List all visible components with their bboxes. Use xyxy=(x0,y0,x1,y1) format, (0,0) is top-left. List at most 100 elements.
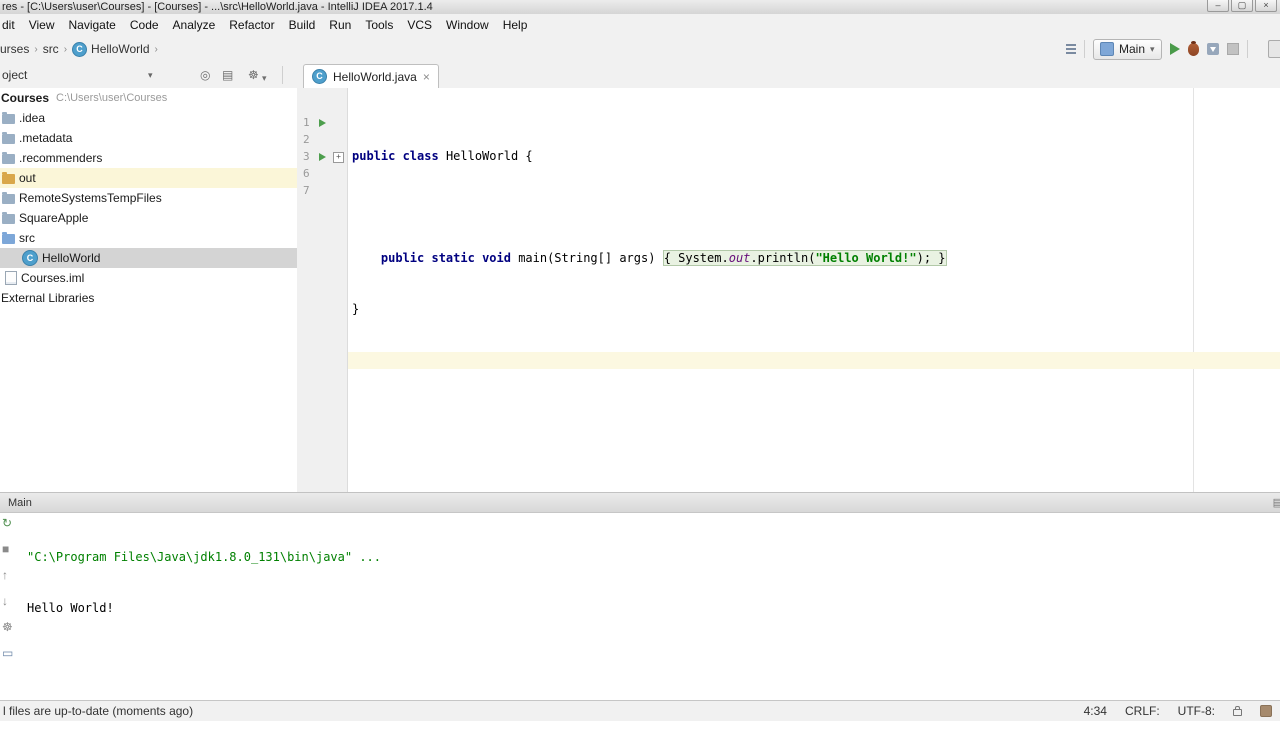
minimize-button[interactable]: – xyxy=(1207,0,1229,12)
menu-view[interactable]: View xyxy=(22,14,62,36)
run-tool-window: Main ▤ ↻ ■ ↑ ↓ ☸ ▭ "C:\Program Files\Jav… xyxy=(0,492,1280,700)
folder-icon xyxy=(2,154,15,164)
application-config-icon xyxy=(1100,42,1114,56)
stop-button[interactable] xyxy=(1227,43,1239,55)
tree-item-courses-root[interactable]: Courses C:\Users\user\Courses xyxy=(0,88,297,108)
toolbar-overflow-icon[interactable] xyxy=(1268,40,1280,58)
menu-build[interactable]: Build xyxy=(282,14,323,36)
class-icon xyxy=(72,42,87,57)
class-icon xyxy=(22,250,38,266)
menu-vcs[interactable]: VCS xyxy=(400,14,439,36)
up-arrow-icon[interactable]: ↑ xyxy=(2,569,8,581)
inspection-profile-icon[interactable] xyxy=(1260,705,1272,717)
fold-expand-icon[interactable]: + xyxy=(333,152,344,163)
line-separator-widget[interactable]: CRLF: xyxy=(1125,704,1160,718)
debug-bug-icon[interactable] xyxy=(1188,43,1199,56)
tree-item-external-libraries[interactable]: External Libraries xyxy=(0,288,297,308)
project-tool-window: oject ▾ ◎ ▤ ☸ ▾ Courses C:\Users\user\Co… xyxy=(0,62,298,492)
clear-console-icon[interactable]: ▭ xyxy=(2,647,13,659)
sort-icon[interactable] xyxy=(1066,44,1076,46)
line-number: 6 xyxy=(303,165,310,182)
lock-icon[interactable] xyxy=(1233,709,1242,716)
keyword: void xyxy=(482,251,518,265)
menu-window[interactable]: Window xyxy=(439,14,496,36)
tree-item-label: SquareApple xyxy=(19,211,88,225)
console-stdout-line: Hello World! xyxy=(27,600,1280,617)
settings-gear-icon[interactable]: ☸ xyxy=(248,67,259,83)
code-line-3: public static void main(String[] args) {… xyxy=(348,250,1280,267)
folded-code-region[interactable]: { System.out.println("Hello World!"); } xyxy=(663,250,947,266)
code-text: .println( xyxy=(750,251,815,265)
status-message: l files are up-to-date (moments ago) xyxy=(3,704,193,718)
menu-analyze[interactable]: Analyze xyxy=(166,14,223,36)
code-line-2 xyxy=(348,199,1280,216)
menu-code[interactable]: Code xyxy=(123,14,166,36)
keyword: class xyxy=(403,149,446,163)
status-widgets: 4:34 CRLF: UTF-8: xyxy=(1084,701,1272,721)
editor-tab-bar: HelloWorld.java × xyxy=(297,62,1280,89)
encoding-widget[interactable]: UTF-8: xyxy=(1178,704,1215,718)
project-panel-header: oject ▾ ◎ ▤ ☸ ▾ xyxy=(0,62,297,88)
close-icon[interactable]: × xyxy=(423,71,430,83)
chevron-down-icon[interactable]: ▾ xyxy=(262,70,267,86)
run-configuration-label: Main xyxy=(1119,42,1145,56)
tree-item-recommenders[interactable]: .recommenders xyxy=(0,148,297,168)
run-configuration-select[interactable]: Main ▾ xyxy=(1093,39,1162,60)
menu-navigate[interactable]: Navigate xyxy=(61,14,122,36)
menu-tools[interactable]: Tools xyxy=(358,14,400,36)
tree-item-helloworld[interactable]: HelloWorld xyxy=(0,248,297,268)
console-settings-icon[interactable]: ☸ xyxy=(2,621,13,633)
tree-item-out[interactable]: out xyxy=(0,168,297,188)
code-text: } xyxy=(352,302,359,316)
tree-item-squareapple[interactable]: SquareApple xyxy=(0,208,297,228)
breadcrumb-courses[interactable]: urses xyxy=(0,42,29,56)
code-text: HelloWorld { xyxy=(446,149,533,163)
tree-item-courses-iml[interactable]: Courses.iml xyxy=(0,268,297,288)
run-class-icon[interactable] xyxy=(319,119,326,127)
chevron-down-icon[interactable]: ▾ xyxy=(148,70,153,81)
maximize-button[interactable]: ▢ xyxy=(1231,0,1253,12)
tree-item-remotesystemstempfiles[interactable]: RemoteSystemsTempFiles xyxy=(0,188,297,208)
folder-icon xyxy=(2,214,15,224)
breadcrumb-helloworld[interactable]: HelloWorld xyxy=(91,42,149,56)
run-toolbar: Main ▾ xyxy=(1066,36,1248,62)
code-editor[interactable]: 1 2 3 + 6 7 public class HelloWorld { pu… xyxy=(297,88,1280,492)
field-reference: out xyxy=(729,251,751,265)
folder-icon xyxy=(2,134,15,144)
menu-help[interactable]: Help xyxy=(496,14,535,36)
keyword: static xyxy=(431,251,482,265)
toolbar-separator xyxy=(1247,40,1248,58)
tree-item-src[interactable]: src xyxy=(0,228,297,248)
run-panel-header[interactable]: Main ▤ xyxy=(0,492,1280,513)
rerun-icon[interactable]: ↻ xyxy=(2,517,12,529)
line-number: 7 xyxy=(303,182,310,199)
caret-position-widget[interactable]: 4:34 xyxy=(1084,704,1107,718)
menu-refactor[interactable]: Refactor xyxy=(222,14,281,36)
code-line-7-current xyxy=(348,352,1280,369)
locate-icon[interactable]: ◎ xyxy=(200,67,210,83)
gutter-line-3: 3 + xyxy=(297,148,347,165)
stop-icon[interactable]: ■ xyxy=(2,543,9,555)
tree-item-metadata[interactable]: .metadata xyxy=(0,128,297,148)
tab-helloworld-java[interactable]: HelloWorld.java × xyxy=(303,64,439,88)
tree-item-label: .idea xyxy=(19,111,45,125)
source-folder-icon xyxy=(2,234,15,244)
chevron-right-icon: › xyxy=(59,44,72,55)
close-button[interactable]: × xyxy=(1255,0,1277,12)
down-arrow-icon[interactable]: ↓ xyxy=(2,595,8,607)
project-panel-title[interactable]: oject xyxy=(2,68,27,82)
tree-item-idea[interactable]: .idea xyxy=(0,108,297,128)
tree-item-label: RemoteSystemsTempFiles xyxy=(19,191,162,205)
header-options-icon[interactable]: ▤ xyxy=(1273,496,1280,509)
code-area[interactable]: public class HelloWorld { public static … xyxy=(348,114,1280,403)
collapse-all-icon[interactable]: ▤ xyxy=(222,67,233,83)
coverage-icon[interactable] xyxy=(1207,43,1219,55)
menu-edit[interactable]: dit xyxy=(0,14,22,36)
run-method-icon[interactable] xyxy=(319,153,326,161)
tree-item-label: Courses.iml xyxy=(21,271,84,285)
code-line-1: public class HelloWorld { xyxy=(348,148,1280,165)
menu-run[interactable]: Run xyxy=(322,14,358,36)
gutter-line-2: 2 xyxy=(297,131,347,148)
breadcrumb-src[interactable]: src xyxy=(43,42,59,56)
run-button[interactable] xyxy=(1170,43,1180,55)
